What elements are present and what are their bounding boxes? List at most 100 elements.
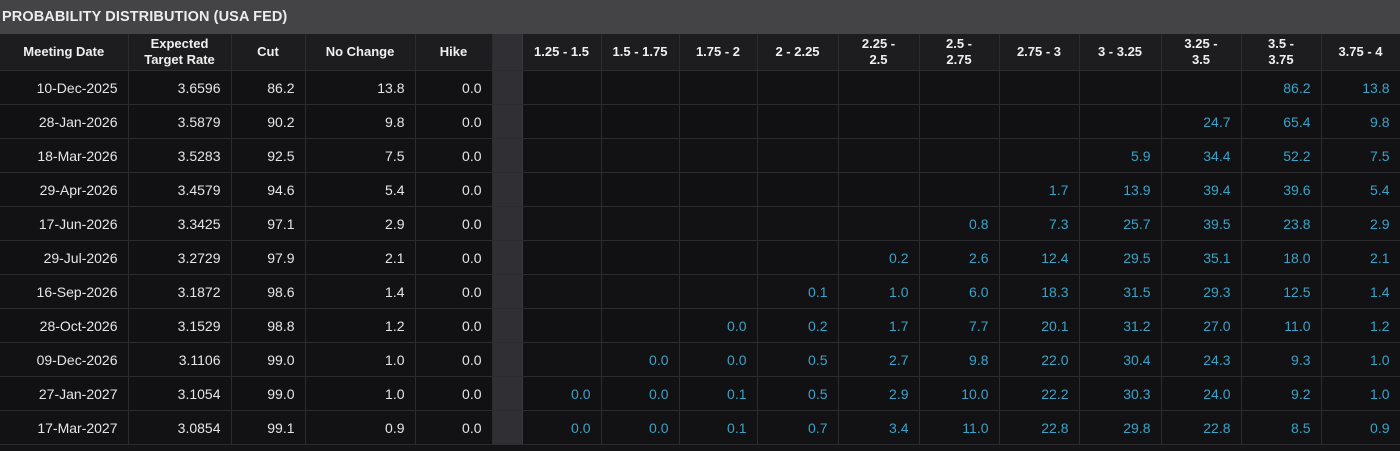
row-separator — [492, 342, 523, 377]
probability-cell — [838, 104, 920, 139]
probability-cell: 9.8 — [1321, 104, 1400, 139]
range-label: 2 - 2.25 — [775, 44, 820, 59]
header-range[interactable]: 2 - 2.25 — [757, 34, 839, 71]
range-label: 3.5 - — [1267, 36, 1294, 51]
header-range[interactable]: 3.5 -3.75 — [1241, 34, 1322, 71]
probability-cell: 52.2 — [1241, 138, 1322, 173]
probability-cell: 0.2 — [757, 308, 839, 343]
header-range[interactable]: 3.75 - 4 — [1321, 34, 1400, 71]
expected-rate-cell: 3.1054 — [128, 376, 232, 411]
probability-cell: 2.1 — [1321, 240, 1400, 275]
probability-cell — [522, 342, 602, 377]
table-row[interactable]: 17-Mar-2027 3.0854 99.1 0.9 0.0 0.0 0.0 0.1 0.7 3… — [0, 410, 1400, 445]
probability-cell — [757, 104, 839, 139]
meeting-date-cell: 16-Sep-2026 — [0, 274, 129, 309]
probability-cell: 39.4 — [1161, 172, 1242, 207]
probability-cell: 7.3 — [999, 206, 1080, 241]
probability-cell — [757, 240, 839, 275]
header-no-change[interactable]: No Change — [305, 34, 416, 71]
probability-cell: 0.5 — [757, 342, 839, 377]
range-label-2: 2.5 — [869, 52, 888, 67]
probability-cell — [679, 172, 758, 207]
meeting-date-cell: 09-Dec-2026 — [0, 342, 129, 377]
expected-rate-cell: 3.0854 — [128, 410, 232, 445]
meeting-date-cell: 28-Jan-2026 — [0, 104, 129, 139]
probability-cell: 0.0 — [601, 410, 680, 445]
header-range[interactable]: 3.25 -3.5 — [1161, 34, 1242, 71]
probability-cell: 25.7 — [1079, 206, 1162, 241]
header-expected-target-rate[interactable]: Expected Target Rate — [128, 34, 232, 71]
probability-cell: 2.7 — [838, 342, 920, 377]
table-row[interactable]: 28-Jan-2026 3.5879 90.2 9.8 0.0 24.7 65.4 9.8 — [0, 104, 1400, 139]
probability-cell — [919, 70, 1000, 105]
header-range[interactable]: 1.5 - 1.75 — [601, 34, 680, 71]
probability-cell: 7.7 — [919, 308, 1000, 343]
header-range[interactable]: 1.75 - 2 — [679, 34, 758, 71]
header-range[interactable]: 2.5 -2.75 — [919, 34, 1000, 71]
probability-cell: 35.1 — [1161, 240, 1242, 275]
table-row[interactable]: 18-Mar-2026 3.5283 92.5 7.5 0.0 5.9 34.4 52.2 7.… — [0, 138, 1400, 173]
hike-cell: 0.0 — [415, 138, 493, 173]
probability-cell — [838, 138, 920, 173]
table-body: 10-Dec-2025 3.6596 86.2 13.8 0.0 86.2 13.8 28-J… — [0, 70, 1400, 445]
probability-cell: 22.0 — [999, 342, 1080, 377]
table-row[interactable]: 17-Jun-2026 3.3425 97.1 2.9 0.0 0.8 7.3 25.7 39.… — [0, 206, 1400, 241]
probability-cell — [522, 70, 602, 105]
probability-cell: 39.5 — [1161, 206, 1242, 241]
probability-cell: 8.5 — [1241, 410, 1322, 445]
header-range[interactable]: 2.25 -2.5 — [838, 34, 920, 71]
header-cut[interactable]: Cut — [231, 34, 306, 71]
probability-cell — [679, 274, 758, 309]
no-change-cell: 13.8 — [305, 70, 416, 105]
header-range[interactable]: 3 - 3.25 — [1079, 34, 1162, 71]
probability-cell: 18.0 — [1241, 240, 1322, 275]
header-meeting-date[interactable]: Meeting Date — [0, 34, 129, 71]
probability-cell: 0.2 — [838, 240, 920, 275]
no-change-cell: 5.4 — [305, 172, 416, 207]
probability-cell: 2.6 — [919, 240, 1000, 275]
meeting-date-cell: 29-Jul-2026 — [0, 240, 129, 275]
range-label-2: 3.75 — [1268, 52, 1294, 67]
cut-cell: 97.1 — [231, 206, 306, 241]
table-row[interactable]: 27-Jan-2027 3.1054 99.0 1.0 0.0 0.0 0.0 0.1 0.5 2… — [0, 376, 1400, 411]
expected-rate-cell: 3.1106 — [128, 342, 232, 377]
table-row[interactable]: 09-Dec-2026 3.1106 99.0 1.0 0.0 0.0 0.0 0.5 2.7 9… — [0, 342, 1400, 377]
header-range[interactable]: 2.75 - 3 — [999, 34, 1080, 71]
meeting-date-cell: 28-Oct-2026 — [0, 308, 129, 343]
table-row[interactable]: 28-Oct-2026 3.1529 98.8 1.2 0.0 0.0 0.2 1.7 7.7 2… — [0, 308, 1400, 343]
probability-cell: 0.7 — [757, 410, 839, 445]
no-change-cell: 1.4 — [305, 274, 416, 309]
probability-cell: 30.3 — [1079, 376, 1162, 411]
probability-cell: 7.5 — [1321, 138, 1400, 173]
hike-cell: 0.0 — [415, 240, 493, 275]
probability-cell — [522, 138, 602, 173]
probability-cell — [999, 70, 1080, 105]
probability-cell — [679, 104, 758, 139]
table-row[interactable]: 16-Sep-2026 3.1872 98.6 1.4 0.0 0.1 1.0 6.0 18.3… — [0, 274, 1400, 309]
probability-cell: 3.4 — [838, 410, 920, 445]
header-hike[interactable]: Hike — [415, 34, 493, 71]
probability-cell — [601, 240, 680, 275]
probability-cell: 22.2 — [999, 376, 1080, 411]
expected-rate-cell: 3.4579 — [128, 172, 232, 207]
probability-cell — [522, 172, 602, 207]
table-row[interactable]: 29-Jul-2026 3.2729 97.9 2.1 0.0 0.2 2.6 12.4 29.… — [0, 240, 1400, 275]
no-change-cell: 0.9 — [305, 410, 416, 445]
hike-cell: 0.0 — [415, 376, 493, 411]
no-change-cell: 9.8 — [305, 104, 416, 139]
probability-cell — [522, 240, 602, 275]
table-row[interactable]: 10-Dec-2025 3.6596 86.2 13.8 0.0 86.2 13.8 — [0, 70, 1400, 105]
meeting-date-cell: 17-Jun-2026 — [0, 206, 129, 241]
range-label: 2.75 - 3 — [1016, 44, 1062, 59]
row-separator — [492, 240, 523, 275]
probability-cell: 29.3 — [1161, 274, 1242, 309]
probability-cell — [601, 274, 680, 309]
cut-cell: 98.6 — [231, 274, 306, 309]
cut-cell: 99.0 — [231, 342, 306, 377]
probability-cell — [522, 274, 602, 309]
panel-title: PROBABILITY DISTRIBUTION (USA FED) — [2, 9, 288, 25]
hike-cell: 0.0 — [415, 206, 493, 241]
header-range[interactable]: 1.25 - 1.5 — [522, 34, 602, 71]
table-row[interactable]: 29-Apr-2026 3.4579 94.6 5.4 0.0 1.7 13.9 39.4 39… — [0, 172, 1400, 207]
probability-cell: 2.9 — [838, 376, 920, 411]
